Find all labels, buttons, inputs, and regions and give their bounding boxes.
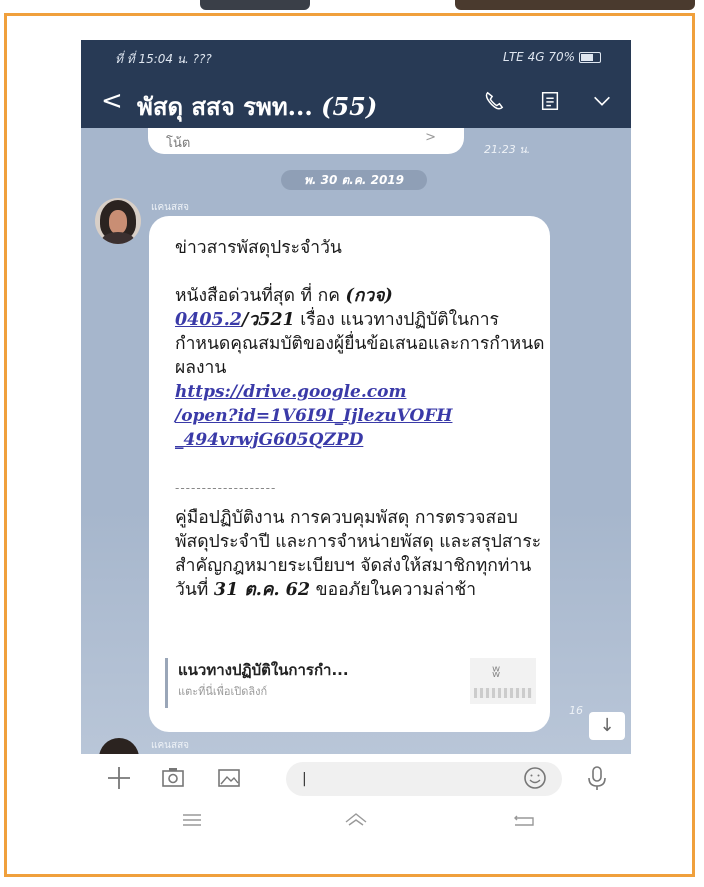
top-strip-shape xyxy=(455,0,695,10)
drive-link-line: /open?id=1V6I9I_IjlezuVOFH xyxy=(175,406,453,426)
chevron-right-icon: > xyxy=(425,130,436,145)
chevron-left-icon[interactable]: < xyxy=(101,86,123,116)
status-bar: ที่ ที่ 15:04 น. ??? LTE 4G 70% xyxy=(81,40,631,76)
text-run: ขออภัยในความล่าช้า xyxy=(310,580,477,600)
status-bar-left: ที่ ที่ 15:04 น. ??? xyxy=(115,52,212,66)
sender-name: แคนสสจ xyxy=(151,202,190,213)
thumbnail-logo-icon: ʬ xyxy=(492,662,501,681)
avatar-face xyxy=(109,210,127,234)
status-bar-right: LTE 4G 70% xyxy=(503,50,601,64)
top-strip xyxy=(0,0,704,14)
sender-name: แคนสสจ xyxy=(151,740,190,751)
system-nav-bar xyxy=(81,804,631,840)
previous-message-text: โน้ต xyxy=(166,136,191,151)
message-heading: ข่าวสารพัสดุประจำวัน xyxy=(175,238,342,258)
plus-icon[interactable] xyxy=(105,764,133,792)
camera-icon[interactable] xyxy=(159,764,187,792)
link-preview-title: แนวทางปฏิบัติในการกำ... xyxy=(178,661,349,679)
menu-icon[interactable] xyxy=(179,810,205,830)
phone-screen: ที่ ที่ 15:04 น. ??? LTE 4G 70% < พัสดุ … xyxy=(81,40,631,840)
top-strip-shape xyxy=(200,0,310,10)
emoji-icon[interactable] xyxy=(521,764,549,792)
chevron-down-icon[interactable] xyxy=(591,90,613,112)
message-time: 21:23 น. xyxy=(484,143,531,156)
battery-icon xyxy=(579,52,601,63)
home-icon[interactable] xyxy=(343,810,369,830)
link-preview[interactable]: แนวทางปฏิบัติในการกำ... แตะที่นี่เพื่อเป… xyxy=(165,658,536,708)
avatar[interactable] xyxy=(99,738,139,754)
message-time: 16 xyxy=(569,704,583,717)
date-divider: พ. 30 ต.ค. 2019 xyxy=(281,170,427,190)
member-count: (55) xyxy=(321,92,378,121)
text-run: /ว521 xyxy=(241,310,295,330)
text-run: 31 ต.ค. 62 xyxy=(213,580,311,600)
chat-title[interactable]: พัสดุ สสจ รพท... (55) xyxy=(137,87,377,126)
drive-link[interactable]: https://drive.google.com/open?id=1V6I9I_… xyxy=(175,380,547,452)
text-run: หนังสือด่วนที่สุด ที่ กค xyxy=(175,286,346,306)
image-icon[interactable] xyxy=(215,764,243,792)
microphone-icon[interactable] xyxy=(583,764,611,792)
message-bubble[interactable]: ข่าวสารพัสดุประจำวัน หนังสือด่วนที่สุด ท… xyxy=(149,216,550,732)
phone-icon[interactable] xyxy=(483,90,505,112)
back-icon[interactable] xyxy=(511,810,537,830)
message-text: ข่าวสารพัสดุประจำวัน หนังสือด่วนที่สุด ท… xyxy=(175,236,547,602)
status-bar-right-text: LTE 4G 70% xyxy=(502,50,575,64)
message-paragraph: หนังสือด่วนที่สุด ที่ กค (กวจ) 0405.2/ว52… xyxy=(175,284,547,380)
drive-link-line: _494vrwjG605QZPD xyxy=(175,430,364,450)
input-bar xyxy=(81,754,631,804)
chat-title-text: พัสดุ สสจ รพท... xyxy=(137,92,313,121)
separator: ------------------- xyxy=(175,481,277,495)
previous-message-bubble[interactable]: โน้ต > xyxy=(148,128,464,154)
link-preview-thumbnail: ʬ xyxy=(470,658,536,704)
message-paragraph: คู่มือปฏิบัติงาน การควบคุมพัสดุ การตรวจส… xyxy=(175,506,547,602)
arrow-down-icon[interactable]: ↓ xyxy=(589,712,625,740)
text-run: (กวจ) xyxy=(345,286,393,306)
drive-link-line: https://drive.google.com xyxy=(175,382,407,402)
notes-icon[interactable] xyxy=(539,90,561,112)
chat-area[interactable]: โน้ต > 21:23 น. พ. 30 ต.ค. 2019 แคนสสจ ข… xyxy=(81,128,631,754)
document-number-link[interactable]: 0405.2 xyxy=(175,310,242,330)
link-preview-subtitle: แตะที่นี่เพื่อเปิดลิงก์ xyxy=(178,685,268,698)
chat-header: < พัสดุ สสจ รพท... (55) xyxy=(81,76,631,128)
thumbnail-text xyxy=(474,688,532,698)
avatar[interactable] xyxy=(95,198,141,244)
